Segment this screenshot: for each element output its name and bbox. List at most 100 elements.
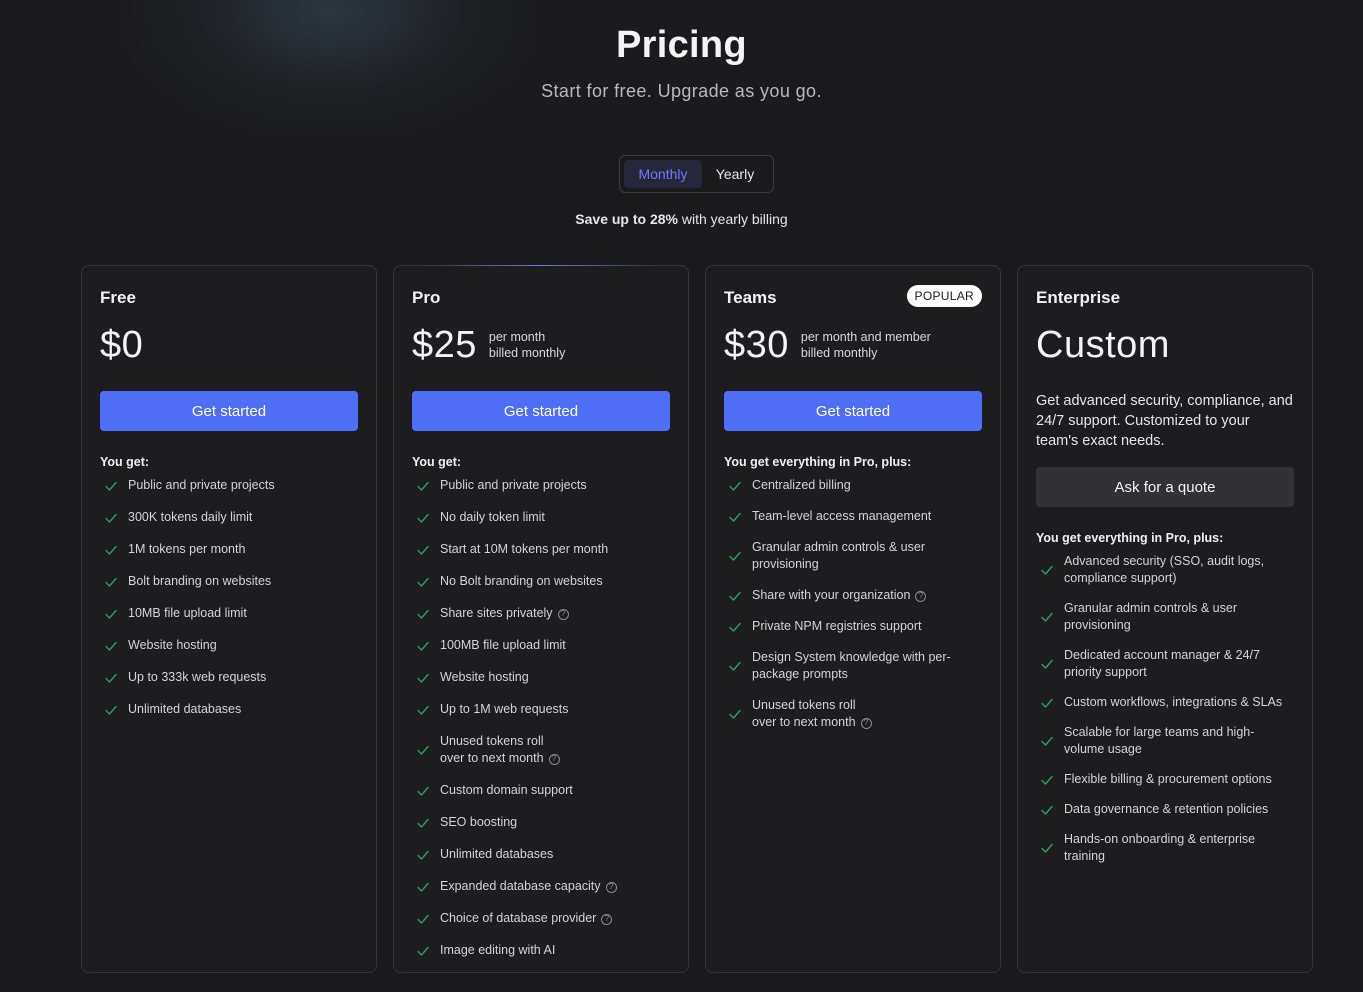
feature-text: 100MB file upload limit [440,638,566,652]
check-icon [417,882,429,892]
feature-text: Unlimited databases [128,702,242,716]
help-icon[interactable]: ? [601,913,613,925]
check-icon [729,481,741,491]
price-row: $0 [100,324,358,366]
feature-item: Advanced security (SSO, audit logs, comp… [1036,553,1294,587]
price-row: $25 per month billed monthly [412,324,670,366]
feature-text: Custom domain support [440,783,573,797]
check-icon [105,641,117,651]
check-icon [105,705,117,715]
feature-item: Up to 333k web requests [100,669,358,686]
plan-price: Custom [1036,324,1170,366]
feature-item: Custom domain support [412,782,670,799]
price-note-billing: billed monthly [488,346,566,360]
feature-item: No Bolt branding on websites [412,573,670,590]
ask-for-quote-button[interactable]: Ask for a quote [1036,467,1294,507]
page-subtitle: Start for free. Upgrade as you go. [541,81,822,101]
plan-card-pro: Pro $25 per month billed monthly Get sta… [393,265,689,973]
feature-item: Choice of database provider? [412,910,670,927]
feature-item: Hands-on onboarding & enterprise trainin… [1036,831,1294,865]
check-icon [417,545,429,555]
check-icon [1041,775,1053,785]
feature-item: Design System knowledge with per-package… [724,649,982,683]
feature-text: Unused tokens roll over to next month? [440,733,670,767]
yearly-toggle-button[interactable]: Yearly [702,160,768,188]
help-icon[interactable]: ? [860,717,872,729]
price-note: per month and member billed monthly [801,329,931,361]
feature-text: Bolt branding on websites [128,574,272,588]
feature-text: 1M tokens per month [128,542,246,556]
feature-list: Public and private projects No daily toke… [412,477,670,959]
feature-text: Team-level access management [752,509,932,523]
feature-item: 10MB file upload limit [100,605,358,622]
features-heading: You get: [412,455,462,469]
check-icon [417,673,429,683]
feature-item: Dedicated account manager & 24/7 priorit… [1036,647,1294,681]
feature-item: Public and private projects [412,477,670,494]
feature-text: Flexible billing & procurement options [1064,772,1272,786]
check-icon [417,818,429,828]
feature-text: Unlimited databases [440,847,554,861]
feature-item: Centralized billing [724,477,982,494]
feature-text: Unused tokens roll over to next month? [752,697,982,731]
check-icon [1041,565,1053,575]
check-icon [105,577,117,587]
feature-text: Granular admin controls & user provision… [752,540,925,571]
plan-name: Pro [412,288,441,307]
feature-item: Start at 10M tokens per month [412,541,670,558]
check-icon [417,914,429,924]
help-icon[interactable]: ? [605,881,617,893]
feature-item: Flexible billing & procurement options [1036,771,1294,788]
check-icon [1041,736,1053,746]
get-started-button[interactable]: Get started [724,391,982,431]
page-header: Pricing Start for free. Upgrade as you g… [0,24,1363,102]
feature-text: Website hosting [128,638,217,652]
feature-item: Share with your organization? [724,587,982,604]
help-icon[interactable]: ? [548,753,560,765]
feature-text: No Bolt branding on websites [440,574,603,588]
feature-text: Start at 10M tokens per month [440,542,609,556]
check-icon [417,641,429,651]
check-icon [105,481,117,491]
monthly-toggle-button[interactable]: Monthly [624,160,702,188]
feature-text: Advanced security (SSO, audit logs, comp… [1064,554,1265,585]
feature-text: Hands-on onboarding & enterprise trainin… [1064,832,1256,863]
feature-item: SEO boosting [412,814,670,831]
feature-item: Private NPM registries support [724,618,982,635]
get-started-button[interactable]: Get started [100,391,358,431]
features-heading: You get everything in Pro, plus: [724,455,912,469]
feature-item: Website hosting [412,669,670,686]
save-note-highlight: Save up to 28% [575,211,678,227]
feature-item: Image editing with AI [412,942,670,959]
check-icon [417,786,429,796]
feature-item: Website hosting [100,637,358,654]
check-icon [105,545,117,555]
feature-item: Bolt branding on websites [100,573,358,590]
check-icon [1041,805,1053,815]
feature-text: Scalable for large teams and high-volume… [1064,725,1255,756]
feature-text: Up to 1M web requests [440,702,569,716]
feature-item: Data governance & retention policies [1036,801,1294,818]
feature-text: Granular admin controls & user provision… [1064,601,1237,632]
save-note-text: with yearly billing [681,211,788,227]
check-icon [417,513,429,523]
check-icon [417,705,429,715]
feature-list: Centralized billing Team-level access man… [724,477,982,731]
check-icon [1041,843,1053,853]
plan-name: Enterprise [1036,288,1121,307]
check-icon [1041,698,1053,708]
price-row: $30 per month and member billed monthly [724,324,982,366]
get-started-button[interactable]: Get started [412,391,670,431]
features-heading: You get everything in Pro, plus: [1036,531,1224,545]
help-icon[interactable]: ? [557,608,569,620]
feature-text: 300K tokens daily limit [128,510,253,524]
price-note-period: per month [488,330,546,344]
feature-item: Public and private projects [100,477,358,494]
popular-badge: POPULAR [906,285,982,307]
page-title: Pricing [616,24,747,66]
feature-item: Share sites privately? [412,605,670,622]
feature-text: Website hosting [440,670,529,684]
help-icon[interactable]: ? [915,590,927,602]
price-note-billing: billed monthly [800,346,878,360]
feature-item: Unused tokens roll over to next month? [412,733,670,767]
